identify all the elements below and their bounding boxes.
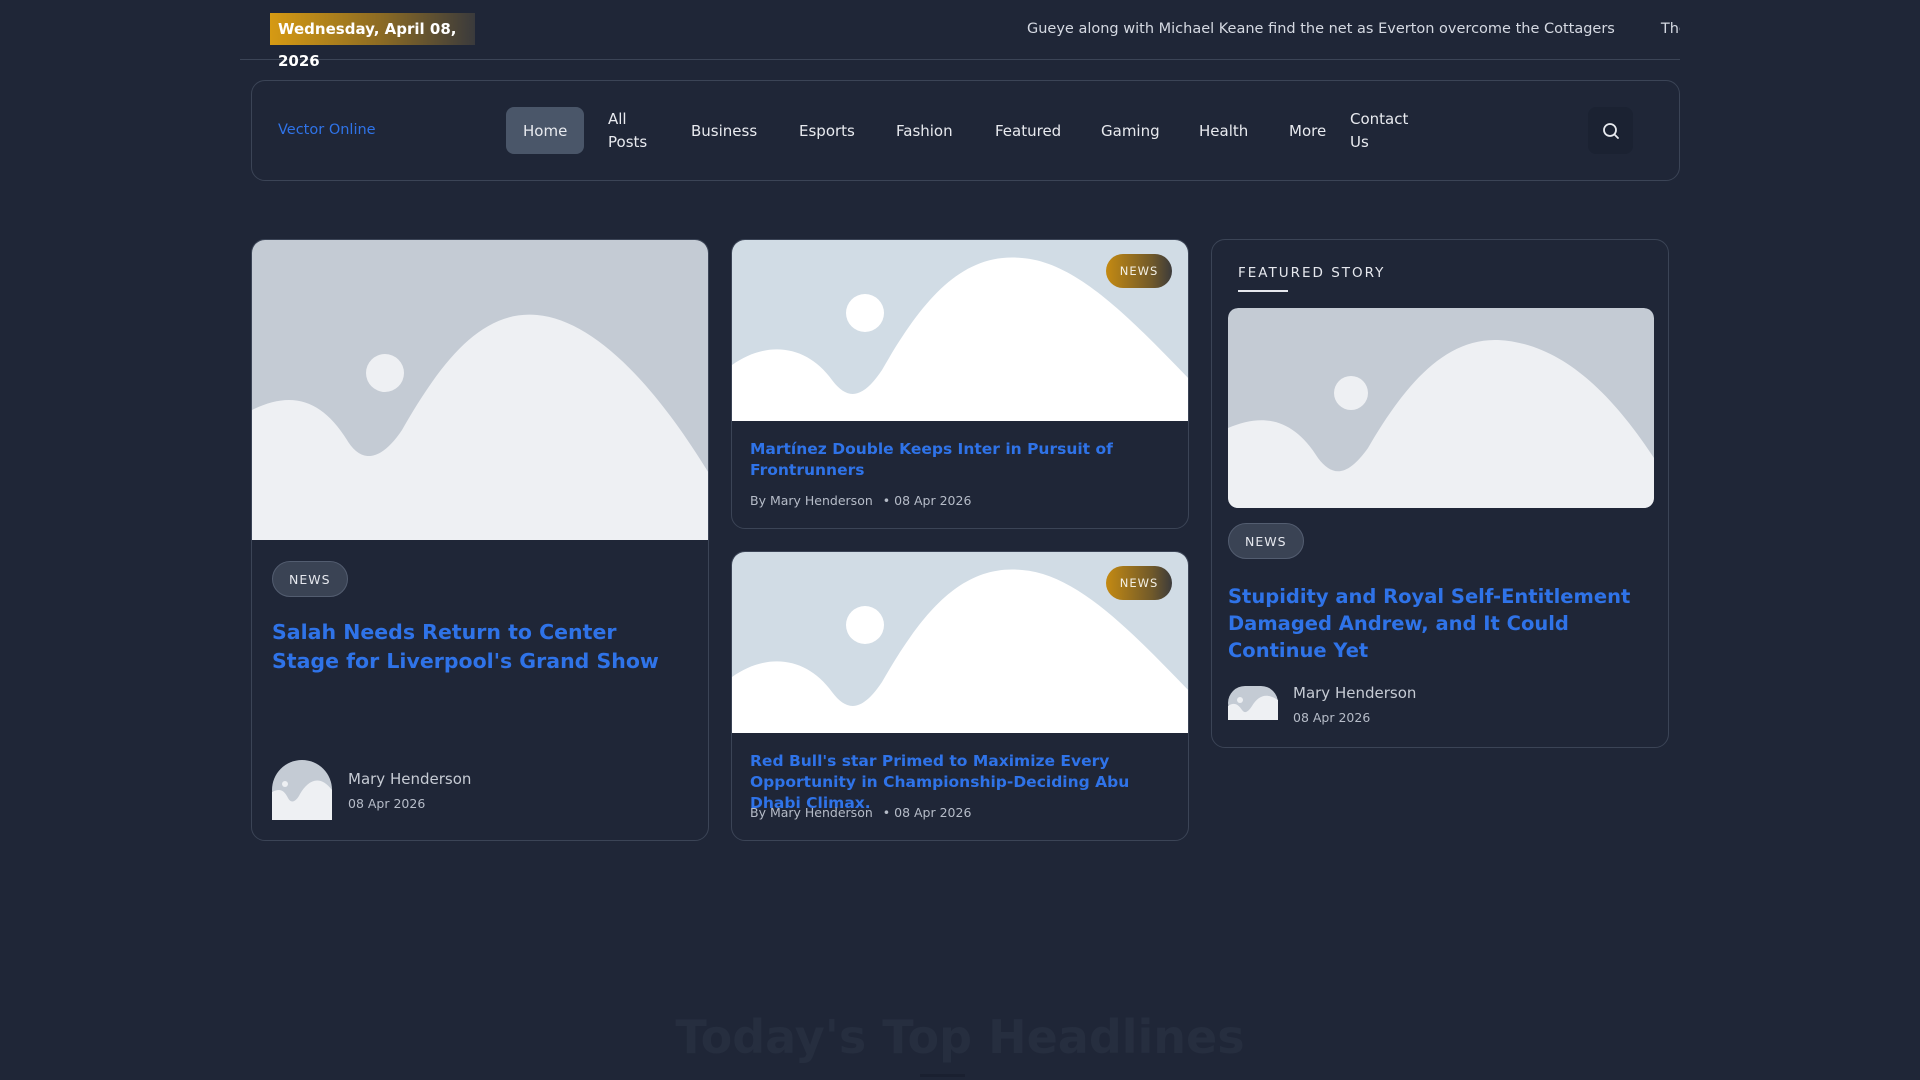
featured-heading: FEATURED STORY: [1238, 265, 1386, 281]
nav-item-gaming[interactable]: Gaming: [1101, 107, 1160, 154]
story-card[interactable]: NEWS Martínez Double Keeps Inter in Purs…: [731, 239, 1189, 529]
author-avatar: [272, 760, 332, 820]
main-story-title[interactable]: Salah Needs Return to Center Stage for L…: [272, 618, 682, 676]
nav-item-home[interactable]: Home: [506, 107, 585, 154]
author-name[interactable]: By Mary Henderson: [750, 493, 873, 508]
author-name[interactable]: Mary Henderson: [1293, 684, 1416, 702]
news-ticker: Gueye along with Michael Keane find the …: [1027, 0, 1680, 60]
category-badge[interactable]: NEWS: [1106, 566, 1172, 600]
ticker-item[interactable]: Gueye along with Michael Keane find the …: [1027, 21, 1615, 37]
featured-story-panel: FEATURED STORY NEWS Stupidity and Royal …: [1211, 239, 1669, 748]
section-title: Today's Top Headlines: [675, 1010, 1245, 1064]
category-badge[interactable]: NEWS: [1106, 254, 1172, 288]
publish-date: 08 Apr 2026: [1293, 710, 1371, 725]
date-badge: Wednesday, April 08, 2026: [270, 13, 475, 70]
nav-item-business[interactable]: Business: [691, 107, 757, 154]
author-avatar: [1228, 686, 1278, 720]
story-meta: By Mary Henderson • 08 Apr 2026: [750, 493, 971, 508]
nav-item-all-posts[interactable]: All Posts: [608, 107, 668, 154]
search-icon: [1602, 122, 1619, 139]
nav-item-esports[interactable]: Esports: [799, 107, 855, 154]
main-navigation: Vector Online Home All Posts Business Es…: [251, 80, 1680, 181]
ticker-item[interactable]: The Latest: [1661, 21, 1680, 37]
search-button[interactable]: [1588, 107, 1633, 154]
nav-item-featured[interactable]: Featured: [995, 107, 1061, 154]
main-story-image: [252, 240, 708, 540]
author-name[interactable]: Mary Henderson: [348, 770, 471, 788]
category-badge[interactable]: NEWS: [1228, 523, 1304, 559]
category-badge[interactable]: NEWS: [272, 561, 348, 597]
main-story-card[interactable]: NEWS Salah Needs Return to Center Stage …: [251, 239, 709, 841]
top-bar: Wednesday, April 08, 2026 Gueye along wi…: [240, 0, 1680, 70]
site-logo-text[interactable]: Vector Online: [278, 81, 376, 180]
story-meta: By Mary Henderson • 08 Apr 2026: [750, 805, 971, 820]
heading-underline: [1238, 290, 1288, 292]
publish-date: • 08 Apr 2026: [882, 805, 972, 820]
story-card[interactable]: NEWS Red Bull's star Primed to Maximize …: [731, 551, 1189, 841]
featured-story-title[interactable]: Stupidity and Royal Self-Entitlement Dam…: [1228, 583, 1648, 664]
nav-item-more[interactable]: More: [1289, 107, 1326, 154]
nav-item-fashion[interactable]: Fashion: [896, 107, 953, 154]
featured-story-image[interactable]: [1228, 308, 1654, 508]
nav-item-health[interactable]: Health: [1199, 107, 1248, 154]
publish-date: 08 Apr 2026: [348, 796, 426, 811]
publish-date: • 08 Apr 2026: [882, 493, 972, 508]
author-name[interactable]: By Mary Henderson: [750, 805, 873, 820]
story-title[interactable]: Martínez Double Keeps Inter in Pursuit o…: [750, 439, 1170, 481]
section-underline: [920, 1074, 965, 1077]
nav-item-contact-us[interactable]: Contact Us: [1350, 107, 1415, 154]
